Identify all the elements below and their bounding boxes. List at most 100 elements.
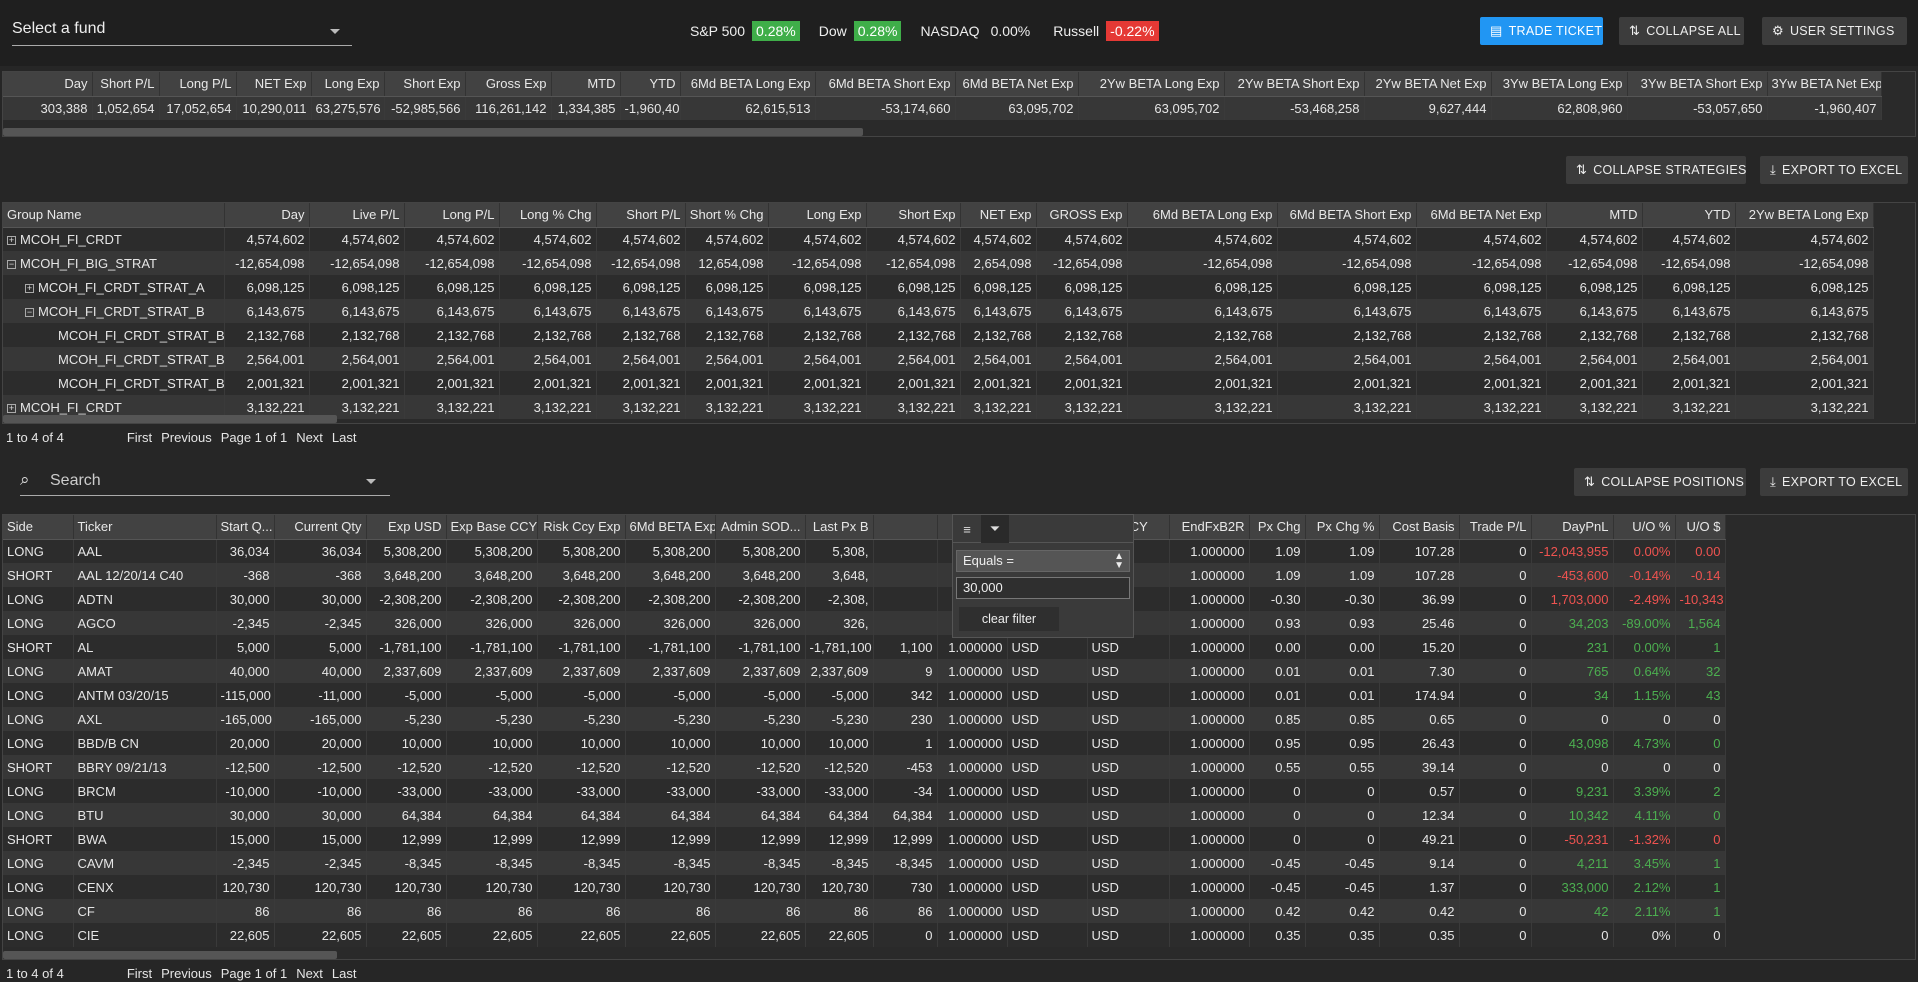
column-header-3yw-beta-net-exp[interactable]: 3Yw BETA Net Exp <box>1767 72 1882 97</box>
column-header-trade-p-l[interactable]: Trade P/L <box>1459 515 1532 540</box>
position-row[interactable]: LONG BTU 30,000 30,000 64,384 64,384 64,384 64,… <box>3 803 1726 827</box>
column-header-exp-base-ccy[interactable]: Exp Base CCY <box>446 515 538 540</box>
column-header-daypnl[interactable]: DayPnL <box>1531 515 1614 540</box>
pager-next[interactable]: Next <box>296 966 323 981</box>
position-row[interactable]: LONG CENX 120,730 120,730 120,730 120,730 120,… <box>3 875 1726 899</box>
column-header-3yw-beta-short-exp[interactable]: 3Yw BETA Short Exp <box>1627 72 1768 97</box>
pager-first[interactable]: First <box>127 430 152 445</box>
column-header-2yw-beta-long-exp[interactable]: 2Yw BETA Long Exp <box>1735 203 1874 228</box>
position-row[interactable]: LONG BBD/B CN 20,000 20,000 10,000 10,000 10,0… <box>3 731 1726 755</box>
strategy-row[interactable]: MCOH_FI_CRDT_STRAT_BQ2 2,564,001 2,564,001… <box>3 347 1874 371</box>
column-header-px-chg[interactable]: Px Chg % <box>1305 515 1380 540</box>
column-header-long-chg[interactable]: Long % Chg <box>499 203 597 228</box>
column-header-6md-beta-short-exp[interactable]: 6Md BETA Short Exp <box>815 72 956 97</box>
column-header-endfxb2r[interactable]: EndFxB2R <box>1169 515 1250 540</box>
column-header-short-chg[interactable]: Short % Chg <box>685 203 769 228</box>
column-header-long-exp[interactable]: Long Exp <box>311 72 385 97</box>
column-header-last-px-b[interactable]: Last Px B <box>805 515 874 540</box>
pager-last[interactable]: Last <box>332 430 357 445</box>
position-row[interactable]: LONG AMAT 40,000 40,000 2,337,609 2,337,609 2,… <box>3 659 1726 683</box>
export-positions-button[interactable]: ⤓ EXPORT TO EXCEL <box>1760 468 1908 496</box>
column-header-u-o[interactable]: U/O $ <box>1675 515 1726 540</box>
column-header-long-exp[interactable]: Long Exp <box>768 203 867 228</box>
menu-icon[interactable]: ≡ <box>953 515 981 543</box>
position-row[interactable]: SHORT BBRY 09/21/13 -12,500 -12,500 -12,520-… <box>3 755 1726 779</box>
position-row[interactable]: LONG ADTN 30,000 30,000 -2,308,200 -2,308,200… <box>3 587 1726 611</box>
pager-last[interactable]: Last <box>332 966 357 981</box>
collapse-icon[interactable]: − <box>25 307 34 317</box>
column-header-blank[interactable] <box>873 515 938 540</box>
pager-next[interactable]: Next <box>296 430 323 445</box>
position-row[interactable]: SHORT AAL 12/20/14 C40 -368 -368 3,648,200 3,… <box>3 563 1726 587</box>
column-header-gross-exp[interactable]: Gross Exp <box>465 72 552 97</box>
position-row[interactable]: LONG BRCM -10,000 -10,000 -33,000 -33,000 -33,… <box>3 779 1726 803</box>
column-header-live-p-l[interactable]: Live P/L <box>309 203 405 228</box>
column-header-current-qty[interactable]: Current Qty <box>274 515 367 540</box>
strategies-scrollbar[interactable] <box>3 415 337 423</box>
position-row[interactable]: LONG AAL 36,034 36,034 5,308,200 5,308,200 5,3… <box>3 539 1726 563</box>
collapse-all-button[interactable]: ⇅ COLLAPSE ALL <box>1619 17 1744 45</box>
column-header-u-o[interactable]: U/O % <box>1613 515 1676 540</box>
column-header-6md-beta-exp[interactable]: 6Md BETA Exp <box>625 515 716 540</box>
filter-operator-select[interactable]: Equals = ▲ ▼ <box>956 550 1130 572</box>
column-header-group-name[interactable]: Group Name <box>3 203 225 228</box>
position-row[interactable]: LONG AXL -165,000 -165,000 -5,230 -5,230 -5,23… <box>3 707 1726 731</box>
strategy-row[interactable]: − MCOH_FI_BIG_STRAT -12,654,098 -12,654,098… <box>3 251 1874 275</box>
column-header-long-p-l[interactable]: Long P/L <box>404 203 500 228</box>
expand-icon[interactable]: + <box>25 283 34 293</box>
column-header-day[interactable]: Day <box>224 203 310 228</box>
strategy-row[interactable]: MCOH_FI_CRDT_STRAT_BQ1 2,132,768 2,132,768… <box>3 323 1874 347</box>
column-header-cost-basis[interactable]: Cost Basis <box>1379 515 1460 540</box>
column-header-short-p-l[interactable]: Short P/L <box>596 203 686 228</box>
column-header-6md-beta-long-exp[interactable]: 6Md BETA Long Exp <box>680 72 816 97</box>
column-header-long-p-l[interactable]: Long P/L <box>159 72 237 97</box>
column-header-3yw-beta-long-exp[interactable]: 3Yw BETA Long Exp <box>1491 72 1628 97</box>
column-header-2yw-beta-net-exp[interactable]: 2Yw BETA Net Exp <box>1364 72 1492 97</box>
position-row[interactable]: LONG CIE 22,605 22,605 22,605 22,605 22,605 22,… <box>3 923 1726 947</box>
clear-filter-button[interactable]: clear filter <box>959 607 1059 631</box>
filter-value-input[interactable]: 30,000 <box>956 577 1130 599</box>
column-header-short-exp[interactable]: Short Exp <box>866 203 961 228</box>
position-row[interactable]: LONG ANTM 03/20/15 -115,000 -11,000 -5,000 -5… <box>3 683 1726 707</box>
positions-scrollbar[interactable] <box>3 951 337 959</box>
position-search[interactable]: ⌕ Search <box>20 466 390 496</box>
column-header-admin-sod[interactable]: Admin SOD... <box>715 515 806 540</box>
summary-scrollbar[interactable] <box>3 128 863 136</box>
user-settings-button[interactable]: ⚙ USER SETTINGS <box>1762 17 1907 45</box>
column-header-exp-usd[interactable]: Exp USD <box>366 515 447 540</box>
strategy-row[interactable]: + MCOH_FI_CRDT 4,574,602 4,574,602 4,574,602… <box>3 227 1874 251</box>
position-row[interactable]: SHORT BWA 15,000 15,000 12,999 12,999 12,999 12… <box>3 827 1726 851</box>
column-header-2yw-beta-short-exp[interactable]: 2Yw BETA Short Exp <box>1224 72 1365 97</box>
pager-previous[interactable]: Previous <box>161 966 212 981</box>
column-header-risk-ccy-exp[interactable]: Risk Ccy Exp <box>537 515 626 540</box>
position-row[interactable]: LONG CF 86 86 86 86 86 86 86 86 86 1.000000 USD USD 1.… <box>3 899 1726 923</box>
column-header-6md-beta-net-exp[interactable]: 6Md BETA Net Exp <box>1416 203 1547 228</box>
filter-icon[interactable]: ⏷ <box>981 515 1009 543</box>
column-header-day[interactable]: Day <box>3 72 93 97</box>
pager-previous[interactable]: Previous <box>161 430 212 445</box>
column-header-px-chg[interactable]: Px Chg <box>1249 515 1306 540</box>
column-header-6md-beta-long-exp[interactable]: 6Md BETA Long Exp <box>1127 203 1278 228</box>
column-header-ticker[interactable]: Ticker <box>73 515 217 540</box>
position-row[interactable]: LONG AGCO -2,345 -2,345 326,000 326,000 326,00… <box>3 611 1726 635</box>
strategy-row[interactable]: MCOH_FI_CRDT_STRAT_BQ3 2,001,321 2,001,321… <box>3 371 1874 395</box>
collapse-icon[interactable]: − <box>7 259 16 269</box>
expand-icon[interactable]: + <box>7 235 16 245</box>
column-header-6md-beta-net-exp[interactable]: 6Md BETA Net Exp <box>955 72 1079 97</box>
strategy-row[interactable]: + MCOH_FI_CRDT_STRAT_A 6,098,125 6,098,125 6… <box>3 275 1874 299</box>
column-header-start-q[interactable]: Start Q... <box>216 515 275 540</box>
pager-first[interactable]: First <box>127 966 152 981</box>
column-header-net-exp[interactable]: NET Exp <box>236 72 312 97</box>
column-header-ytd[interactable]: YTD <box>620 72 681 97</box>
column-header-net-exp[interactable]: NET Exp <box>960 203 1037 228</box>
collapse-strategies-button[interactable]: ⇅ COLLAPSE STRATEGIES <box>1566 156 1746 184</box>
column-header-gross-exp[interactable]: GROSS Exp <box>1036 203 1128 228</box>
trade-ticket-button[interactable]: ▤ TRADE TICKET <box>1480 17 1603 45</box>
fund-select[interactable]: Select a fund <box>12 16 352 46</box>
position-row[interactable]: SHORT AL 5,000 5,000 -1,781,100 -1,781,100 -1,… <box>3 635 1726 659</box>
column-header-short-p-l[interactable]: Short P/L <box>92 72 160 97</box>
strategy-row[interactable]: − MCOH_FI_CRDT_STRAT_B 6,143,675 6,143,675 6… <box>3 299 1874 323</box>
column-header-6md-beta-short-exp[interactable]: 6Md BETA Short Exp <box>1277 203 1417 228</box>
column-header-mtd[interactable]: MTD <box>1546 203 1643 228</box>
column-header-ytd[interactable]: YTD <box>1642 203 1736 228</box>
